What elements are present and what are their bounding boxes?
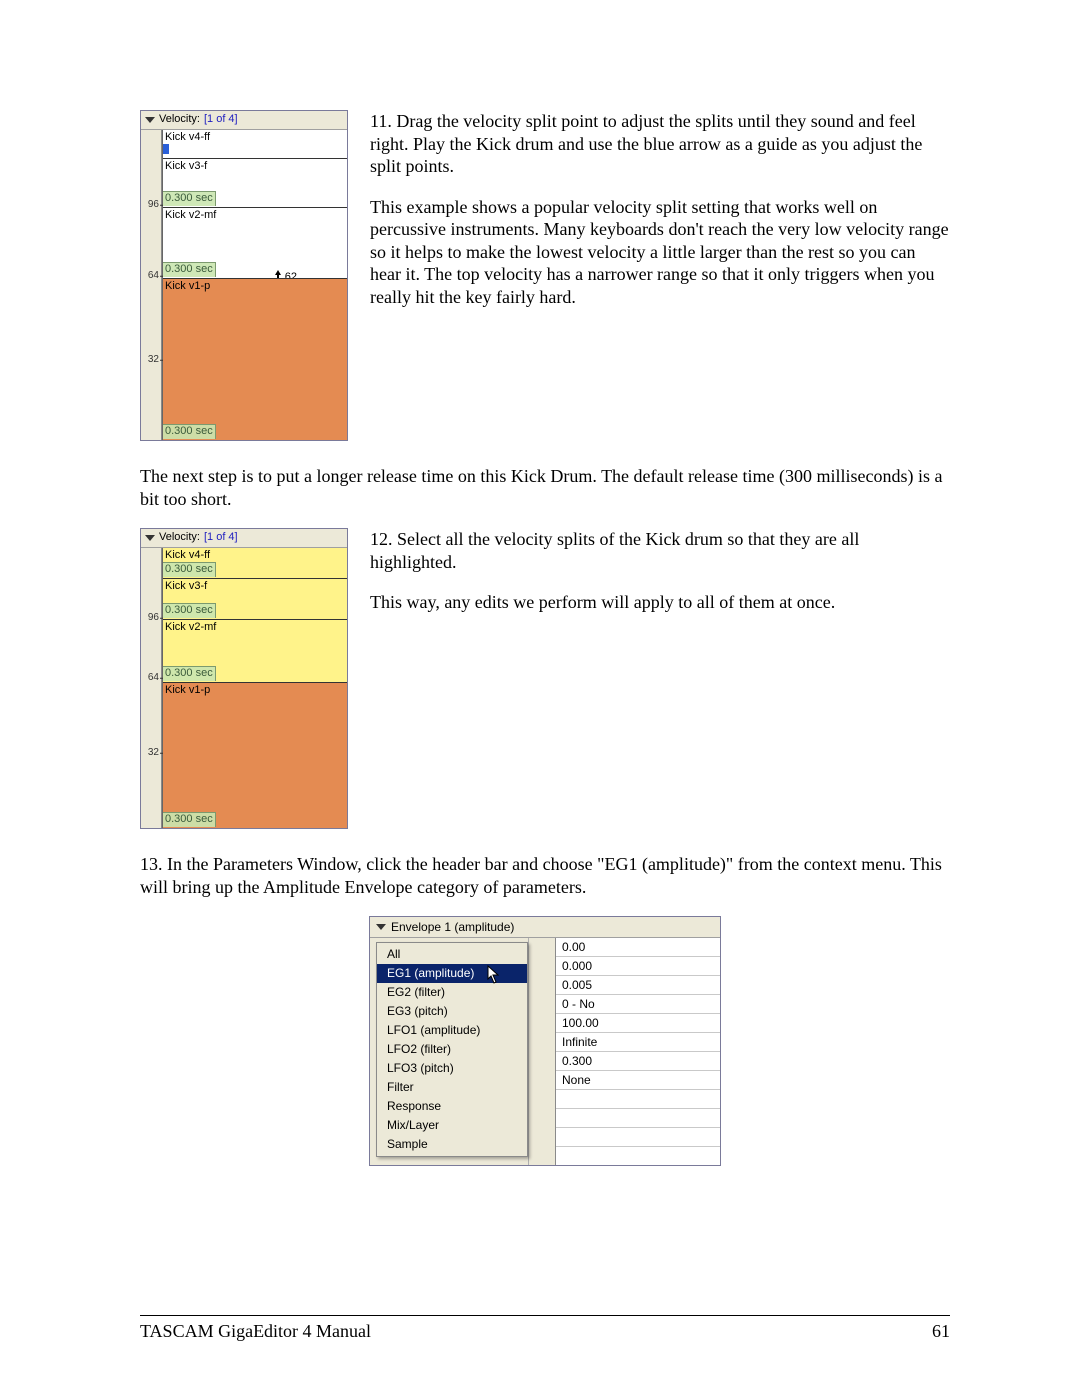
menu-item[interactable]: All [377, 945, 527, 964]
velocity-panel-1: Velocity: [1 of 4] 96 64 32 Kick v4-ff K… [140, 110, 348, 441]
split-release: 0.300 sec [163, 666, 216, 681]
blue-arrow-icon [163, 144, 169, 154]
split-name: Kick v3-f [165, 160, 207, 174]
value-cell[interactable]: 0.00 [556, 938, 720, 957]
tick-64: 64 [148, 672, 159, 685]
velocity-ruler: 96 64 32 [141, 130, 162, 440]
value-cell[interactable]: 0 - No [556, 995, 720, 1014]
velocity-title-label: Velocity: [159, 113, 200, 127]
menu-item[interactable]: Filter [377, 1078, 527, 1097]
tick-32: 32 [148, 747, 159, 760]
step-11-text-2: This example shows a popular velocity sp… [370, 196, 950, 309]
drag-value: 62 [285, 271, 297, 279]
step-12-text-1: 12. Select all the velocity splits of th… [370, 528, 950, 573]
drag-arrow-icon [273, 270, 283, 279]
drag-indicator[interactable]: 62 [273, 270, 297, 279]
split-release: 0.300 sec [163, 812, 216, 827]
values-column: 0.000.0000.0050 - No100.00Infinite0.300N… [555, 938, 720, 1165]
velocity-splits[interactable]: Kick v4-ff 0.300 sec Kick v3-f 0.300 sec… [162, 548, 347, 828]
split-release: 0.300 sec [163, 191, 216, 206]
parameters-title: Envelope 1 (amplitude) [391, 920, 514, 935]
velocity-title-label: Velocity: [159, 531, 200, 545]
value-cell[interactable]: 0.300 [556, 1052, 720, 1071]
menu-item[interactable]: LFO2 (filter) [377, 1040, 527, 1059]
footer-left: TASCAM GigaEditor 4 Manual [140, 1320, 371, 1343]
split-name: Kick v1-p [165, 280, 210, 294]
dropdown-triangle-icon [145, 117, 155, 123]
parameters-window: Envelope 1 (amplitude) AllEG1 (amplitude… [369, 916, 721, 1166]
tick-96: 96 [148, 199, 159, 212]
split-row[interactable]: Kick v3-f 0.300 sec [163, 579, 347, 620]
split-row[interactable]: Kick v4-ff 0.300 sec [163, 548, 347, 579]
split-row[interactable]: Kick v2-mf 0.300 sec 62 [163, 208, 347, 279]
velocity-panel-2: Velocity: [1 of 4] 96 64 32 Kick v4-ff 0… [140, 528, 348, 829]
menu-item[interactable]: Mix/Layer [377, 1116, 527, 1135]
context-menu[interactable]: AllEG1 (amplitude)EG2 (filter)EG3 (pitch… [376, 942, 528, 1157]
velocity-ruler: 96 64 32 [141, 548, 162, 828]
velocity-splits[interactable]: Kick v4-ff Kick v3-f 0.300 sec Kick v2-m… [162, 130, 347, 440]
velocity-header[interactable]: Velocity: [1 of 4] [141, 111, 347, 130]
value-cell[interactable]: 0.005 [556, 976, 720, 995]
parameters-header[interactable]: Envelope 1 (amplitude) [370, 917, 720, 938]
value-cell[interactable]: 0.000 [556, 957, 720, 976]
split-release: 0.300 sec [163, 424, 216, 439]
tick-64: 64 [148, 270, 159, 283]
velocity-title-count: [1 of 4] [204, 113, 238, 127]
menu-item[interactable]: LFO3 (pitch) [377, 1059, 527, 1078]
step-12-text-2: This way, any edits we perform will appl… [370, 591, 950, 614]
value-cell[interactable]: None [556, 1071, 720, 1090]
step-11-text-1: 11. Drag the velocity split point to adj… [370, 110, 950, 178]
dropdown-triangle-icon [145, 535, 155, 541]
spacer [528, 938, 555, 1165]
step-13-text: 13. In the Parameters Window, click the … [140, 853, 950, 898]
value-cell[interactable]: Infinite [556, 1033, 720, 1052]
menu-item[interactable]: Response [377, 1097, 527, 1116]
split-name: Kick v2-mf [165, 621, 216, 635]
value-cell[interactable]: 100.00 [556, 1014, 720, 1033]
split-name: Kick v1-p [165, 684, 210, 698]
split-row[interactable]: Kick v4-ff [163, 130, 347, 159]
tick-96: 96 [148, 612, 159, 625]
split-release: 0.300 sec [163, 262, 216, 277]
split-release: 0.300 sec [163, 603, 216, 618]
menu-item[interactable]: EG2 (filter) [377, 983, 527, 1002]
menu-item[interactable]: EG1 (amplitude) [377, 964, 527, 983]
menu-item[interactable]: LFO1 (amplitude) [377, 1021, 527, 1040]
value-cell[interactable] [556, 1128, 720, 1147]
split-name: Kick v3-f [165, 580, 207, 594]
mid-paragraph: The next step is to put a longer release… [140, 465, 950, 510]
split-name: Kick v2-mf [165, 209, 216, 223]
value-cell[interactable] [556, 1109, 720, 1128]
tick-32: 32 [148, 354, 159, 367]
split-row[interactable]: Kick v2-mf 0.300 sec [163, 620, 347, 683]
split-name: Kick v4-ff [165, 549, 210, 563]
split-row[interactable]: Kick v1-p 0.300 sec [163, 279, 347, 440]
velocity-title-count: [1 of 4] [204, 531, 238, 545]
menu-item[interactable]: EG3 (pitch) [377, 1002, 527, 1021]
velocity-header[interactable]: Velocity: [1 of 4] [141, 529, 347, 548]
menu-item[interactable]: Sample [377, 1135, 527, 1154]
split-name: Kick v4-ff [165, 131, 210, 145]
footer-page-number: 61 [932, 1320, 950, 1343]
split-row[interactable]: Kick v3-f 0.300 sec [163, 159, 347, 208]
value-cell[interactable] [556, 1090, 720, 1109]
split-release: 0.300 sec [163, 562, 216, 577]
dropdown-triangle-icon [376, 924, 386, 930]
split-row[interactable]: Kick v1-p 0.300 sec [163, 683, 347, 828]
